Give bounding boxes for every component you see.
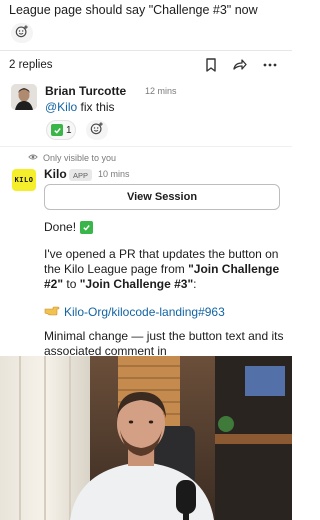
replies-bar: 2 replies xyxy=(0,50,292,78)
pr-link[interactable]: Kilo-Org/kilocode-landing#963 xyxy=(64,305,225,320)
pr-link-line: Kilo-Org/kilocode-landing#963 xyxy=(44,304,225,320)
reply-text: fix this xyxy=(77,100,115,114)
add-reaction-icon xyxy=(90,121,104,140)
done-text: Done! xyxy=(44,220,77,234)
pointing-hand-icon xyxy=(44,304,60,320)
add-reaction-button[interactable] xyxy=(11,23,33,43)
kilo-logo[interactable]: KILO xyxy=(12,169,36,191)
add-reaction-button[interactable] xyxy=(86,120,108,140)
check-mark-icon xyxy=(80,221,94,234)
bot-name[interactable]: Kilo xyxy=(44,167,67,181)
avatar[interactable] xyxy=(11,84,37,110)
reply-message: @Kilo fix this xyxy=(45,100,115,114)
app-badge: APP xyxy=(69,169,93,181)
reply-time[interactable]: 12 mins xyxy=(145,86,177,96)
more-icon[interactable] xyxy=(262,57,278,73)
check-reaction[interactable]: 1 xyxy=(46,120,76,140)
mention-link[interactable]: @Kilo xyxy=(45,100,77,114)
eye-icon xyxy=(28,152,38,164)
webcam-scene xyxy=(0,356,292,520)
bot-time[interactable]: 10 mins xyxy=(98,169,130,179)
parent-message-text: League page should say "Challenge #3" no… xyxy=(9,3,258,17)
replies-count: 2 replies xyxy=(9,59,53,71)
new-label: "Join Challenge #3" xyxy=(79,277,194,291)
minimal-change-text: Minimal change — just the button text an… xyxy=(44,329,284,356)
done-line: Done! xyxy=(44,220,94,235)
pr-description: I've opened a PR that updates the button… xyxy=(44,247,284,292)
view-session-button[interactable]: View Session xyxy=(44,184,280,210)
webcam-video xyxy=(0,356,292,520)
bookmark-icon[interactable] xyxy=(203,57,219,73)
visibility-text: Only visible to you xyxy=(43,153,117,163)
pr-text-suffix: : xyxy=(193,277,197,291)
visibility-note: Only visible to you xyxy=(28,152,116,164)
check-mark-icon xyxy=(51,124,63,136)
reply-author[interactable]: Brian Turcotte xyxy=(45,84,126,98)
reaction-count: 1 xyxy=(66,124,72,136)
pr-text-mid: to xyxy=(63,277,80,291)
bot-message: Only visible to you KILO Kilo APP 10 min… xyxy=(0,146,292,356)
share-icon[interactable] xyxy=(232,57,248,73)
add-reaction-icon xyxy=(15,24,29,43)
kilo-logo-text: KILO xyxy=(14,175,34,184)
thread-panel: League page should say "Challenge #3" no… xyxy=(0,0,292,356)
